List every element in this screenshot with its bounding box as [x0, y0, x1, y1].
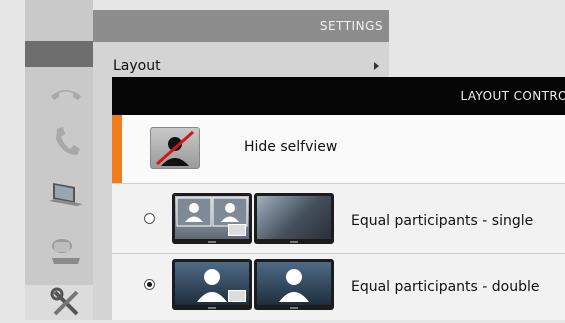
- selfview-pip: [228, 290, 246, 302]
- radio-single[interactable]: [144, 213, 155, 224]
- layout-preview-left-screen: [172, 259, 252, 310]
- selection-accent: [112, 115, 122, 183]
- layout-control-header: LAYOUT CONTROL: [112, 77, 565, 115]
- selfview-pip: [228, 224, 246, 236]
- layout-preview-right-screen: [254, 259, 334, 310]
- settings-item-label: Layout: [113, 58, 161, 74]
- laptop-icon[interactable]: [45, 177, 87, 213]
- camera-icon[interactable]: [45, 232, 87, 268]
- layout-option-single-label: Equal participants - single: [351, 213, 533, 229]
- tools-icon[interactable]: [45, 285, 87, 321]
- layout-preview-right-screen: [254, 193, 334, 244]
- settings-item-layout[interactable]: Layout: [93, 53, 389, 79]
- layout-control-panel: LAYOUT CONTROL Hide selfview: [112, 77, 565, 320]
- layout-option-double[interactable]: Equal participants - double: [112, 253, 565, 323]
- layout-preview-left-screen: [172, 193, 252, 244]
- nav-rail-header: [25, 41, 93, 67]
- chevron-right-icon: [374, 62, 379, 70]
- layout-option-double-label: Equal participants - double: [351, 279, 540, 295]
- radio-double[interactable]: [144, 279, 155, 290]
- settings-header: SETTINGS: [93, 10, 389, 42]
- hide-selfview-option[interactable]: Hide selfview: [112, 115, 565, 183]
- layout-option-single[interactable]: Equal participants - single: [112, 183, 565, 253]
- phone-hangup-icon[interactable]: [45, 75, 87, 111]
- selfview-off-icon: [150, 127, 200, 169]
- layout-control-title: LAYOUT CONTROL: [461, 89, 565, 103]
- phone-icon[interactable]: [45, 123, 87, 159]
- hide-selfview-label: Hide selfview: [244, 139, 337, 155]
- settings-title: SETTINGS: [320, 19, 383, 33]
